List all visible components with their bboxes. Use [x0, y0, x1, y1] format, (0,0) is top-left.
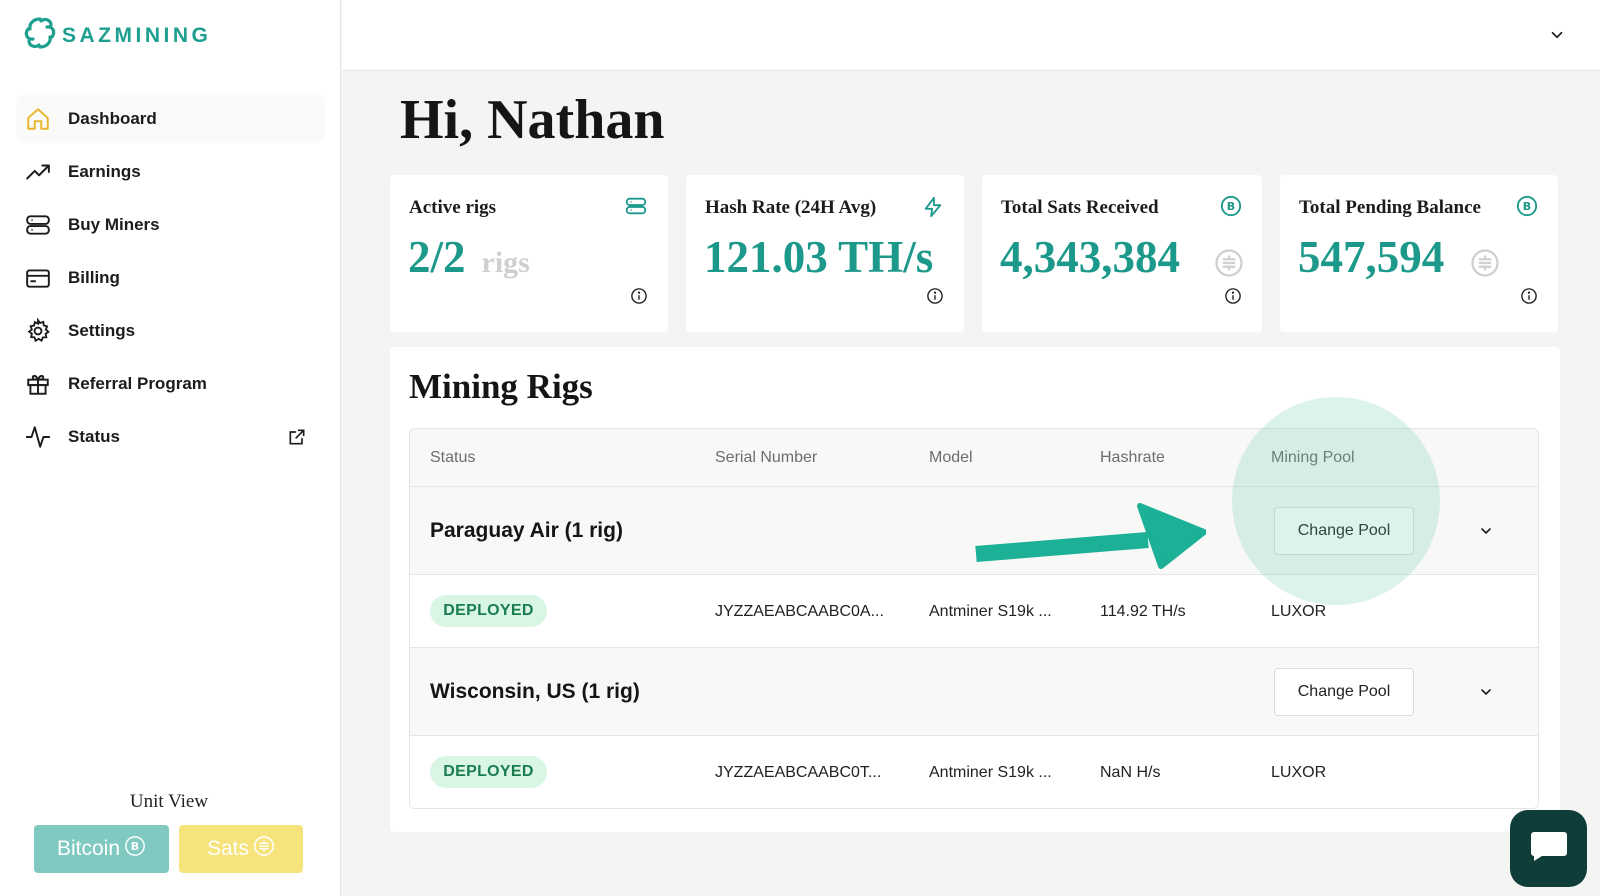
table-header: Status Serial Number Model Hashrate Mini…: [410, 429, 1538, 487]
bitcoin-icon: B: [1516, 195, 1538, 222]
info-icon[interactable]: [926, 287, 944, 310]
sidebar-item-buy-miners[interactable]: Buy Miners: [16, 201, 325, 249]
sidebar-item-label: Earnings: [68, 162, 141, 181]
gear-icon: [25, 318, 51, 344]
hash-rate-value: 121.03 TH/s: [704, 232, 934, 282]
serial-number-cell: JYZZAEABCAABC0A...: [715, 603, 884, 620]
sidebar-item-label: Billing: [68, 268, 120, 287]
stat-card-total-sats-received: Total Sats Received B 4,343,384: [982, 175, 1262, 332]
model-cell: Antminer S19k ...: [929, 764, 1052, 781]
home-icon: [25, 106, 51, 132]
status-badge: DEPLOYED: [430, 756, 547, 788]
sidebar-item-dashboard[interactable]: Dashboard: [16, 95, 325, 143]
sidebar-item-label: Buy Miners: [68, 215, 160, 234]
mining-rigs-table: Status Serial Number Model Hashrate Mini…: [409, 428, 1539, 809]
logo-icon: [24, 16, 56, 55]
expand-chevron-down-icon[interactable]: [1478, 523, 1494, 544]
hashrate-cell: 114.92 TH/s: [1100, 603, 1186, 620]
sidebar-item-earnings[interactable]: Earnings: [16, 148, 325, 196]
stat-card-active-rigs: Active rigs 2/2 rigs: [390, 175, 668, 332]
unit-view: Unit View Bitcoin B Sats: [34, 791, 304, 873]
status-badge: DEPLOYED: [430, 595, 547, 627]
sats-icon: [1470, 248, 1500, 283]
mining-rigs-panel: Mining Rigs Status Serial Number Model H…: [390, 347, 1560, 832]
stat-title: Active rigs: [409, 197, 497, 218]
sidebar-item-label: Dashboard: [68, 109, 157, 128]
change-pool-button[interactable]: Change Pool: [1274, 668, 1414, 716]
active-rigs-value: 2/2: [408, 232, 466, 282]
top-bar: [342, 0, 1600, 71]
stat-title: Total Sats Received: [1001, 197, 1159, 218]
model-cell: Antminer S19k ...: [929, 603, 1052, 620]
info-icon[interactable]: [1520, 287, 1538, 310]
sidebar-item-label: Status: [68, 427, 120, 446]
column-header-status: Status: [430, 449, 476, 466]
stat-title: Total Pending Balance: [1299, 197, 1481, 218]
sidebar: SAZMINING Dashboard Earnings Buy Miners …: [0, 0, 341, 896]
rig-group-paraguay-air[interactable]: Paraguay Air (1 rig) Change Pool: [410, 487, 1538, 575]
brand-name: SAZMINING: [62, 23, 212, 47]
sats-icon: [253, 835, 275, 863]
unit-view-title: Unit View: [129, 791, 209, 812]
mining-pool-cell: LUXOR: [1271, 764, 1327, 781]
rig-group-name: Wisconsin, US (1 rig): [430, 680, 640, 703]
bitcoin-icon: B: [1220, 195, 1242, 222]
info-icon[interactable]: [630, 287, 648, 310]
sidebar-item-referral-program[interactable]: Referral Program: [16, 360, 325, 408]
table-row[interactable]: DEPLOYED JYZZAEABCAABC0T... Antminer S19…: [410, 736, 1538, 808]
gift-icon: [25, 371, 51, 397]
stat-card-total-pending-balance: Total Pending Balance B 547,594: [1280, 175, 1558, 332]
svg-text:B: B: [1523, 200, 1531, 213]
active-rigs-unit: rigs: [481, 246, 530, 279]
bitcoin-icon: B: [124, 835, 146, 863]
change-pool-button[interactable]: Change Pool: [1274, 507, 1414, 555]
sats-unit-label: Sats: [206, 837, 250, 860]
sidebar-item-status[interactable]: Status: [16, 413, 325, 461]
rig-group-name: Paraguay Air (1 rig): [430, 519, 623, 542]
mining-pool-cell: LUXOR: [1271, 603, 1327, 620]
chat-icon: [1530, 830, 1568, 867]
credit-card-icon: [25, 265, 51, 291]
total-sats-received-value: 4,343,384: [1000, 232, 1180, 282]
server-icon: [624, 195, 648, 222]
info-icon[interactable]: [1224, 287, 1242, 310]
column-header-hashrate: Hashrate: [1100, 449, 1165, 466]
sazmining-logo[interactable]: SAZMINING: [24, 16, 211, 55]
chat-button[interactable]: [1510, 810, 1587, 887]
sidebar-nav: Dashboard Earnings Buy Miners Billing Se…: [16, 95, 325, 466]
server-icon: [25, 212, 51, 238]
total-pending-balance-value: 547,594: [1298, 232, 1445, 282]
page-title: Hi, Nathan: [400, 89, 665, 151]
external-link-icon: [287, 427, 307, 452]
bitcoin-unit-button[interactable]: Bitcoin B: [34, 825, 169, 873]
activity-icon: [25, 424, 51, 450]
sidebar-item-billing[interactable]: Billing: [16, 254, 325, 302]
mining-rigs-title: Mining Rigs: [409, 367, 593, 406]
sidebar-item-label: Settings: [68, 321, 136, 340]
serial-number-cell: JYZZAEABCAABC0T...: [715, 764, 882, 781]
column-header-mining-pool: Mining Pool: [1271, 449, 1355, 466]
sidebar-item-settings[interactable]: Settings: [16, 307, 325, 355]
rig-group-wisconsin-us[interactable]: Wisconsin, US (1 rig) Change Pool: [410, 648, 1538, 736]
bitcoin-unit-label: Bitcoin: [56, 837, 121, 860]
sats-icon: [1214, 248, 1244, 283]
stat-card-hash-rate: Hash Rate (24H Avg) 121.03 TH/s: [686, 175, 964, 332]
trending-up-icon: [25, 159, 51, 185]
table-row[interactable]: DEPLOYED JYZZAEABCAABC0A... Antminer S19…: [410, 575, 1538, 648]
sats-unit-button[interactable]: Sats: [179, 825, 303, 873]
hashrate-cell: NaN H/s: [1100, 764, 1161, 781]
column-header-model: Model: [929, 449, 973, 466]
svg-text:B: B: [131, 840, 139, 853]
svg-text:B: B: [1227, 200, 1235, 213]
stat-value: 2/2 rigs: [408, 231, 530, 283]
sidebar-item-label: Referral Program: [68, 374, 207, 393]
column-header-serial-number: Serial Number: [715, 449, 818, 466]
expand-chevron-down-icon[interactable]: [1478, 684, 1494, 705]
stat-title: Hash Rate (24H Avg): [705, 197, 877, 218]
lightning-icon: [922, 195, 944, 224]
account-menu-chevron-down-icon[interactable]: [1548, 26, 1566, 49]
